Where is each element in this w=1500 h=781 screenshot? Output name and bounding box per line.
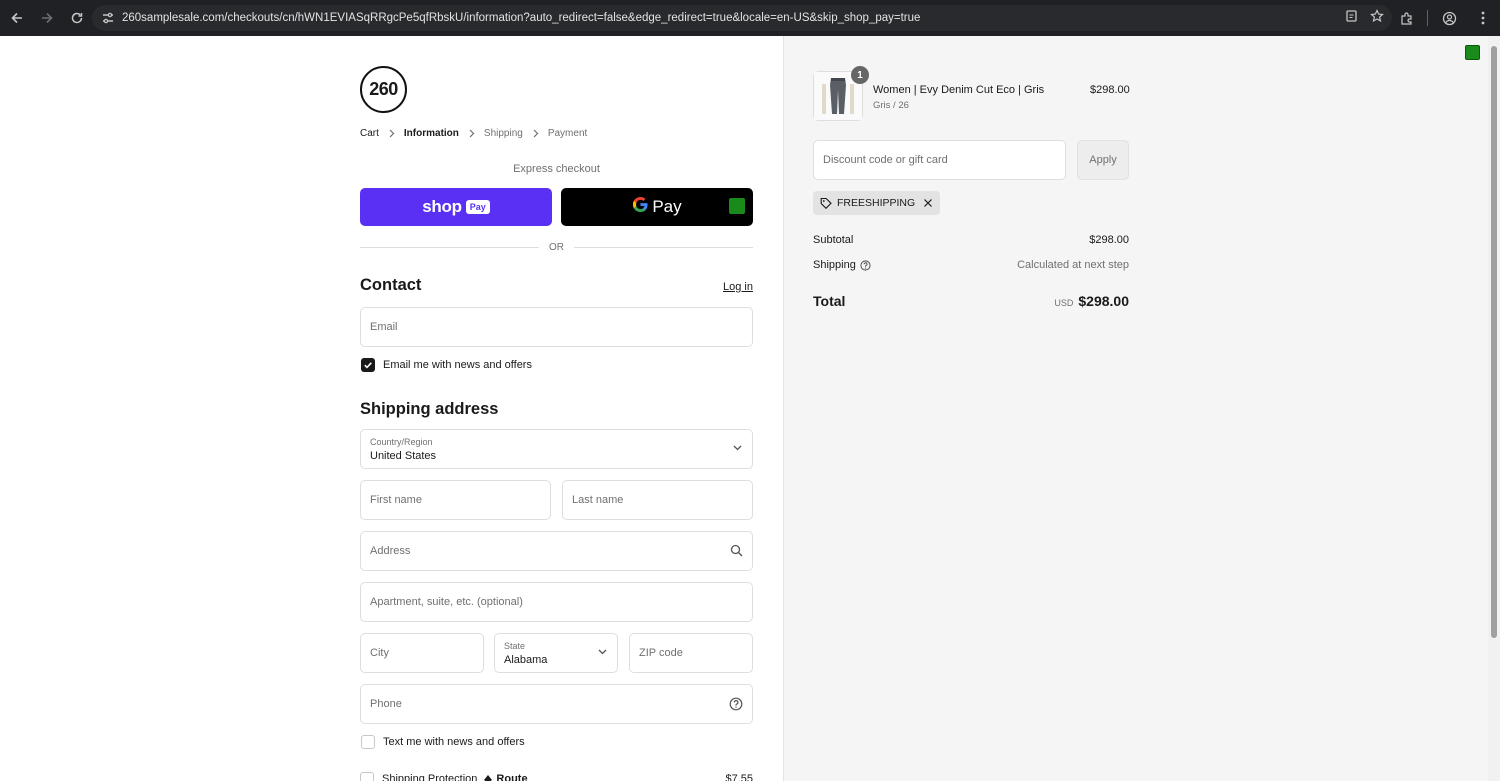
state-value: Alabama bbox=[504, 654, 548, 666]
product-thumbnail bbox=[813, 71, 863, 121]
phone-field[interactable]: Phone bbox=[360, 684, 753, 724]
reload-icon[interactable] bbox=[63, 4, 91, 32]
google-pay-button[interactable]: Pay bbox=[561, 188, 753, 226]
page-scrollbar[interactable] bbox=[1488, 36, 1500, 781]
google-pay-text: Pay bbox=[652, 197, 682, 216]
shop-pay-button[interactable]: shop Pay bbox=[360, 188, 552, 226]
last-name-placeholder: Last name bbox=[572, 494, 624, 506]
search-icon bbox=[730, 544, 743, 557]
sms-checkbox-row[interactable]: Text me with news and offers bbox=[361, 735, 525, 749]
city-field[interactable]: City bbox=[360, 633, 484, 673]
shop-pay-wordmark: shop bbox=[422, 197, 462, 216]
discount-placeholder: Discount code or gift card bbox=[823, 154, 948, 166]
help-circle-icon[interactable] bbox=[729, 697, 743, 711]
or-divider: OR bbox=[360, 240, 753, 254]
email-field[interactable]: Email bbox=[360, 307, 753, 347]
forward-icon[interactable] bbox=[33, 4, 61, 32]
route-logo-icon bbox=[484, 775, 493, 781]
profile-icon[interactable] bbox=[1432, 11, 1466, 26]
address-field[interactable]: Address bbox=[360, 531, 753, 571]
checkout-main: 260 Cart Information Shipping Payment Ex… bbox=[0, 36, 783, 781]
logo-text: 260 bbox=[369, 79, 398, 99]
checkmark-icon bbox=[364, 362, 372, 369]
bookmark-star-icon[interactable] bbox=[1370, 8, 1384, 28]
express-checkout-label: Express checkout bbox=[513, 163, 600, 175]
shipping-protection-row[interactable]: Shipping Protection Route $7.55 bbox=[360, 772, 753, 781]
jeans-image-icon bbox=[814, 72, 862, 120]
overlay-marker bbox=[729, 198, 745, 214]
sms-checkbox[interactable] bbox=[361, 735, 375, 749]
address-placeholder: Address bbox=[370, 545, 411, 557]
brand-logo[interactable]: 260 bbox=[360, 66, 407, 113]
menu-kebab-icon[interactable] bbox=[1466, 11, 1500, 25]
chevron-right-icon bbox=[388, 129, 395, 138]
chevron-down-icon bbox=[597, 646, 608, 657]
first-name-placeholder: First name bbox=[370, 494, 422, 506]
breadcrumb-information: Information bbox=[403, 128, 459, 139]
breadcrumb-shipping: Shipping bbox=[483, 128, 523, 139]
country-label: Country/Region bbox=[370, 437, 433, 447]
shop-pay-chip: Pay bbox=[465, 200, 490, 214]
toolbar-divider bbox=[1427, 10, 1428, 26]
extensions-icon[interactable] bbox=[1389, 11, 1423, 26]
apartment-field[interactable]: Apartment, suite, etc. (optional) bbox=[360, 582, 753, 622]
state-select[interactable]: State Alabama bbox=[494, 633, 618, 673]
newsletter-checkbox-row[interactable]: Email me with news and offers bbox=[361, 358, 532, 372]
divider-line bbox=[360, 246, 539, 248]
zip-field[interactable]: ZIP code bbox=[629, 633, 753, 673]
shipping-protection-label: Shipping Protection bbox=[382, 773, 478, 781]
country-value: United States bbox=[370, 450, 437, 462]
site-settings-icon[interactable] bbox=[94, 11, 122, 25]
shipping-protection-checkbox[interactable] bbox=[360, 772, 374, 781]
google-g-icon bbox=[632, 196, 649, 218]
chevron-right-icon bbox=[532, 129, 539, 138]
zip-placeholder: ZIP code bbox=[639, 647, 683, 659]
scrollbar-thumb[interactable] bbox=[1491, 46, 1497, 638]
phone-placeholder: Phone bbox=[370, 698, 402, 710]
browser-toolbar: 260samplesale.com/checkouts/cn/hWN1EVIAS… bbox=[0, 0, 1500, 36]
email-placeholder: Email bbox=[370, 321, 398, 333]
first-name-field[interactable]: First name bbox=[360, 480, 551, 520]
discount-code-input[interactable]: Discount code or gift card bbox=[813, 140, 1066, 180]
city-placeholder: City bbox=[370, 647, 389, 659]
url-text[interactable]: 260samplesale.com/checkouts/cn/hWN1EVIAS… bbox=[122, 12, 920, 24]
state-label: State bbox=[504, 641, 526, 651]
breadcrumb: Cart Information Shipping Payment bbox=[360, 128, 587, 139]
route-brand-text: Route bbox=[496, 773, 528, 781]
breadcrumb-payment: Payment bbox=[547, 128, 588, 139]
newsletter-checkbox[interactable] bbox=[361, 358, 375, 372]
breadcrumb-cart[interactable]: Cart bbox=[360, 128, 379, 139]
chevron-right-icon bbox=[468, 129, 475, 138]
contact-heading: Contact bbox=[360, 276, 422, 294]
apartment-placeholder: Apartment, suite, etc. (optional) bbox=[370, 596, 523, 608]
divider-line bbox=[574, 246, 753, 248]
overlay-marker bbox=[1465, 45, 1480, 60]
newsletter-label: Email me with news and offers bbox=[383, 359, 532, 371]
address-bar[interactable]: 260samplesale.com/checkouts/cn/hWN1EVIAS… bbox=[92, 5, 1392, 31]
last-name-field[interactable]: Last name bbox=[562, 480, 753, 520]
clipboard-icon[interactable] bbox=[1345, 9, 1358, 27]
shipping-address-heading: Shipping address bbox=[360, 400, 499, 418]
sms-label: Text me with news and offers bbox=[383, 736, 525, 748]
chevron-down-icon bbox=[732, 442, 743, 453]
shipping-protection-price: $7.55 bbox=[725, 773, 753, 781]
login-link[interactable]: Log in bbox=[723, 281, 753, 293]
back-icon[interactable] bbox=[3, 4, 31, 32]
or-text: OR bbox=[549, 241, 564, 253]
country-select[interactable]: Country/Region United States bbox=[360, 429, 753, 469]
route-brand: Route bbox=[483, 773, 528, 781]
